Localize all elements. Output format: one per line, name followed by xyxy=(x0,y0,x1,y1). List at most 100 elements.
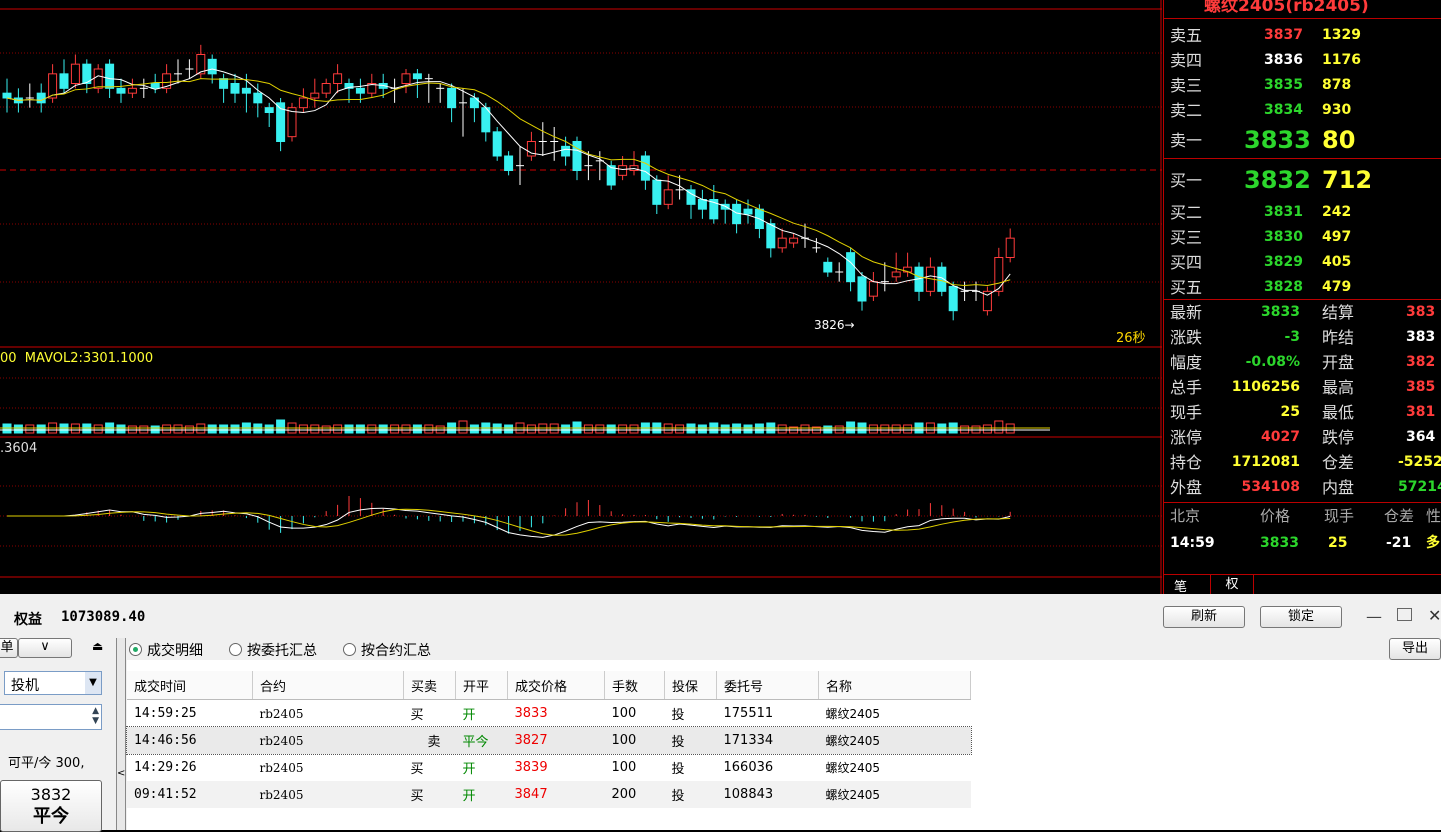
radio-unchecked-icon xyxy=(343,643,356,656)
candle-body xyxy=(652,179,662,205)
cell-time: 14:59:25 xyxy=(134,706,197,721)
radio-by-order[interactable]: 按委托汇总 xyxy=(229,640,317,660)
kline-chart[interactable]: 3826→ 26秒 00 MAVOL2:3301.1000 .3604 xyxy=(0,0,1162,594)
cell-name: 螺纹2405 xyxy=(825,761,881,775)
col-time[interactable]: 成交时间 xyxy=(127,671,253,700)
bid-level-4[interactable]: 买四 3829 405 xyxy=(1164,250,1441,275)
volume-bar xyxy=(333,424,343,434)
divider xyxy=(1164,18,1441,19)
chevron-down-icon[interactable]: ▼ xyxy=(85,672,101,694)
ask-level-4[interactable]: 卖四 3836 1176 xyxy=(1164,48,1441,73)
ask-label: 卖一 xyxy=(1170,131,1203,150)
order-subpanel: 单 ∨ ⏏ 投机 ▼ ▲ ▼ 可平/今 300, 3832 平今 xyxy=(0,638,114,832)
candle-body xyxy=(663,189,673,205)
col-order-id[interactable]: 委托号 xyxy=(716,671,819,700)
volume-bar xyxy=(880,424,890,434)
col-hedge[interactable]: 投保 xyxy=(664,671,717,700)
tick-diff: -21 xyxy=(1386,535,1412,551)
refresh-button[interactable]: 刷新 xyxy=(1163,606,1245,628)
cell-order-id: 171334 xyxy=(723,733,774,748)
table-row[interactable]: 14:46:56 rb2405 卖 平今 3827 100 投 171334 螺… xyxy=(126,726,972,755)
radio-by-order-label: 按委托汇总 xyxy=(247,643,317,659)
volume-bar xyxy=(162,424,172,434)
ask-volume: 878 xyxy=(1322,77,1352,93)
col-open-close[interactable]: 开平 xyxy=(455,671,508,700)
bid-level-2[interactable]: 买二 3831 242 xyxy=(1164,200,1441,225)
close-icon[interactable]: ✕ xyxy=(1428,606,1441,625)
order-type-button[interactable]: 单 xyxy=(0,638,18,658)
candle-body xyxy=(70,63,80,84)
chevron-down-icon[interactable]: ∨ xyxy=(18,638,72,658)
volume-bar xyxy=(173,424,183,434)
volume-bar xyxy=(36,424,46,434)
price-marker: 3826→ xyxy=(814,318,855,332)
volume-bar xyxy=(264,424,274,434)
stat-value: -0.08% xyxy=(1245,354,1300,370)
volume-bar xyxy=(561,424,571,434)
minimize-icon[interactable]: — xyxy=(1366,607,1382,626)
col-contract[interactable]: 合约 xyxy=(252,671,404,700)
restore-icon[interactable] xyxy=(1397,608,1412,621)
col-price[interactable]: 成交价格 xyxy=(507,671,605,700)
volume-bar xyxy=(401,424,411,434)
radio-by-contract[interactable]: 按合约汇总 xyxy=(343,640,431,660)
volume-bar xyxy=(526,424,536,434)
candle-body xyxy=(150,83,160,89)
hedge-select[interactable]: 投机 ▼ xyxy=(4,671,102,695)
quote-tabbar: 笔 权 xyxy=(1164,574,1441,595)
ask-level-2[interactable]: 卖二 3834 930 xyxy=(1164,98,1441,123)
bid-label: 买五 xyxy=(1170,278,1203,297)
eject-icon[interactable]: ⏏ xyxy=(92,639,103,653)
bid-level-3[interactable]: 买三 3830 497 xyxy=(1164,225,1441,250)
stat-label: 最新 xyxy=(1170,303,1203,322)
candle-body xyxy=(116,87,126,94)
cell-name: 螺纹2405 xyxy=(825,788,881,802)
volume-bar xyxy=(310,424,320,434)
cell-price: 3847 xyxy=(514,787,548,802)
splitter-handle[interactable]: < xyxy=(116,638,126,830)
candle-body xyxy=(572,141,582,171)
volume-bar xyxy=(298,424,308,434)
ask-price: 3837 xyxy=(1264,27,1303,43)
ask-level-5[interactable]: 卖五 3837 1329 xyxy=(1164,23,1441,48)
export-button[interactable]: 导出 xyxy=(1389,638,1441,660)
lock-button[interactable]: 锁定 xyxy=(1260,606,1342,628)
radio-trade-detail[interactable]: 成交明细 xyxy=(129,640,203,660)
price-stepper[interactable]: ▲ ▼ xyxy=(0,704,102,730)
candle-body xyxy=(241,87,251,94)
chevron-left-icon[interactable]: < xyxy=(117,768,125,779)
stat-label: 昨结 xyxy=(1322,328,1355,347)
mavol-label: 00 MAVOL2:3301.1000 xyxy=(0,351,154,366)
volume-bar xyxy=(230,424,240,434)
candle-body xyxy=(321,83,331,94)
cell-time: 14:46:56 xyxy=(134,733,197,748)
volume-bar xyxy=(424,424,434,434)
ask-price: 3835 xyxy=(1264,77,1303,93)
candle-body xyxy=(36,92,46,104)
kline-svg[interactable] xyxy=(0,0,1162,594)
stat-label: 总手 xyxy=(1170,378,1203,397)
cell-contract: rb2405 xyxy=(259,760,304,775)
stat-value: 25 xyxy=(1280,404,1300,420)
tab-rights[interactable]: 权 xyxy=(1210,575,1254,594)
tick-time: 14:59 xyxy=(1170,535,1215,551)
volume-bar xyxy=(276,419,286,434)
volume-bar xyxy=(412,424,422,434)
table-row[interactable]: 14:59:25 rb2405 买 开 3833 100 投 175511 螺纹… xyxy=(127,700,971,728)
close-today-button[interactable]: 3832 平今 xyxy=(0,780,102,832)
col-side[interactable]: 买卖 xyxy=(403,671,456,700)
candle-body xyxy=(105,63,115,89)
ask-level-1[interactable]: 卖一 3833 80 xyxy=(1164,128,1441,153)
col-qty[interactable]: 手数 xyxy=(604,671,665,700)
bid-level-5[interactable]: 买五 3828 479 xyxy=(1164,275,1441,300)
stepper-arrows-icon[interactable]: ▲ ▼ xyxy=(92,706,99,726)
volume-bar xyxy=(25,424,35,434)
table-row[interactable]: 09:41:52 rb2405 买 开 3847 200 投 108843 螺纹… xyxy=(127,781,971,808)
radio-unchecked-icon xyxy=(229,643,242,656)
ask-level-3[interactable]: 卖三 3835 878 xyxy=(1164,73,1441,98)
table-row[interactable]: 14:29:26 rb2405 买 开 3839 100 投 166036 螺纹… xyxy=(127,754,971,781)
col-name[interactable]: 名称 xyxy=(818,671,971,700)
tab-ticks[interactable]: 笔 xyxy=(1174,576,1187,595)
stat-value: 364 xyxy=(1406,429,1436,445)
bid-level-1[interactable]: 买一 3832 712 xyxy=(1164,168,1441,193)
